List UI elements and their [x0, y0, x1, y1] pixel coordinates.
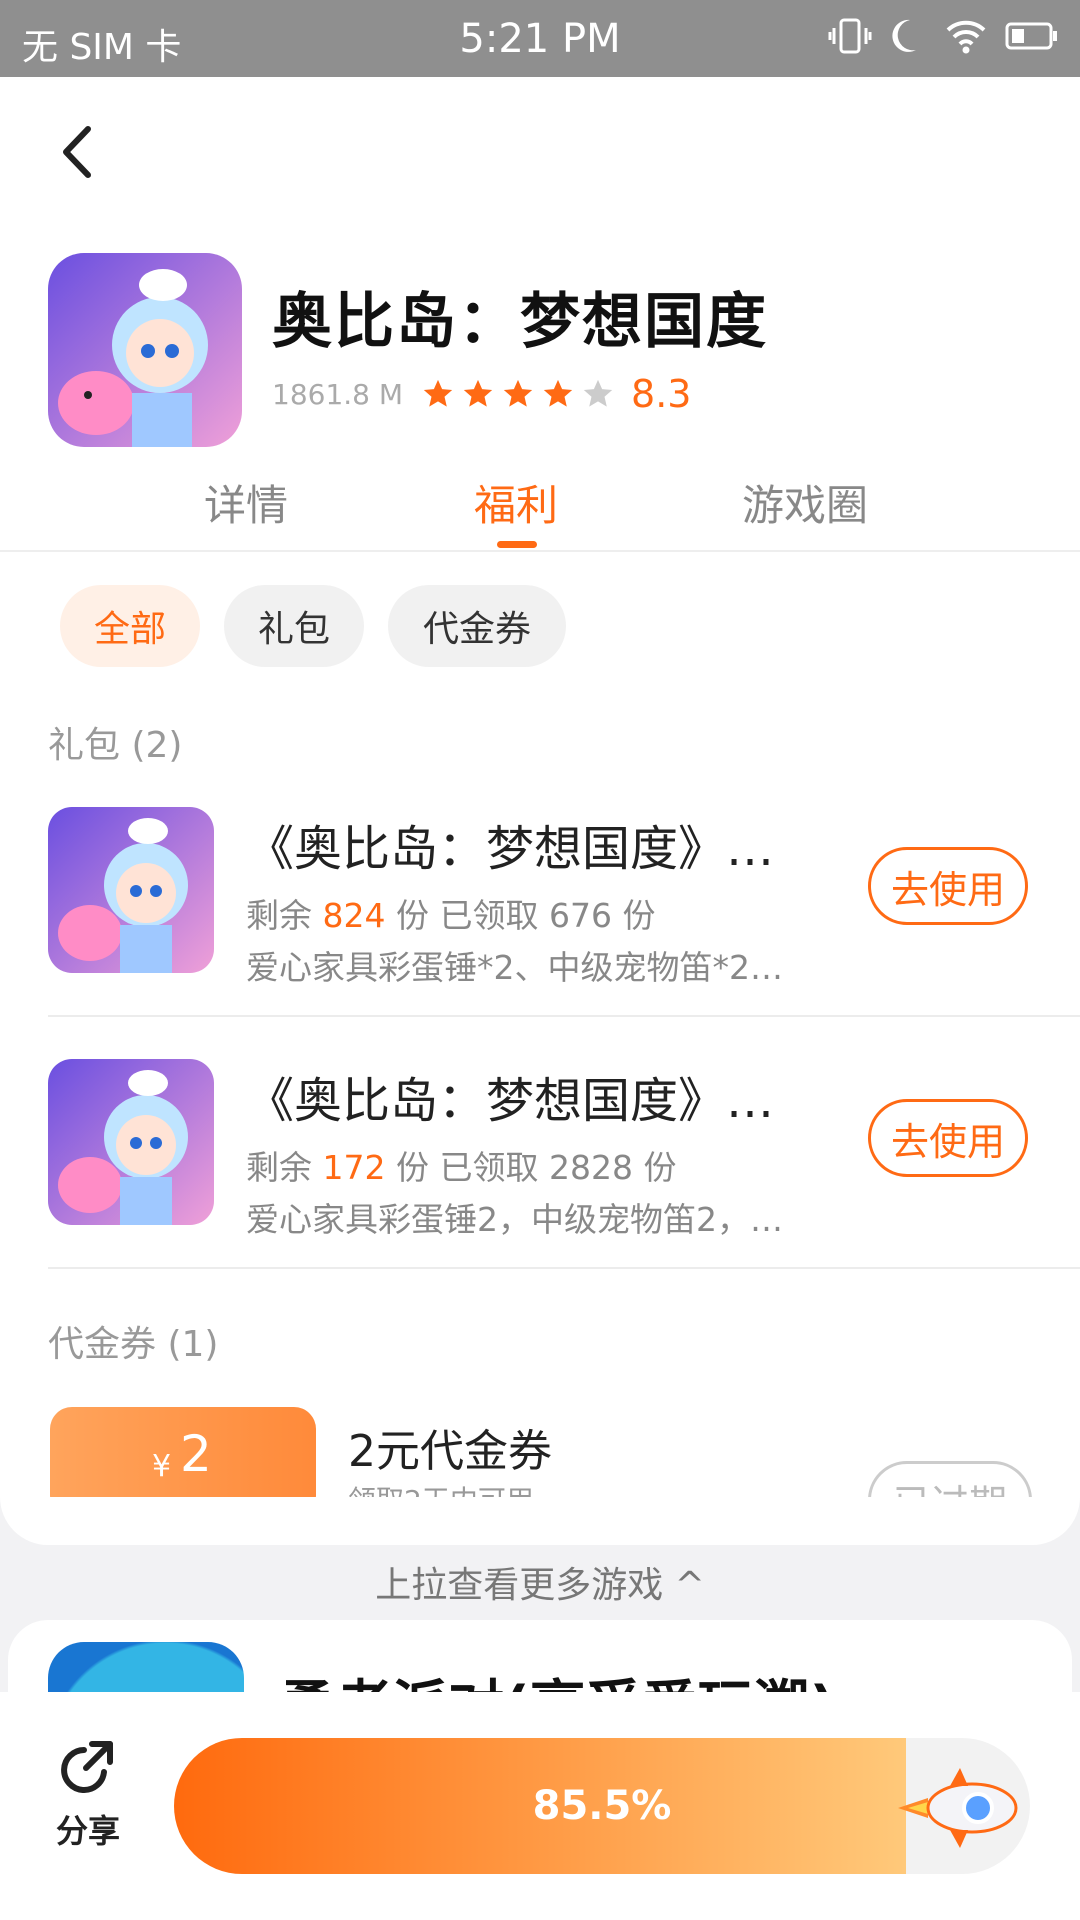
back-arrow-icon[interactable] [50, 117, 106, 187]
use-button[interactable]: 去使用 [868, 847, 1028, 925]
game-size: 1861.8 M [272, 377, 404, 411]
gift-stats: 剩余 824 份 已领取 676 份 [246, 889, 655, 937]
gift-name: 《奥比岛：梦想国度》… [246, 1073, 775, 1129]
game-icon [48, 253, 242, 447]
expired-button[interactable]: 已过期 [868, 1461, 1032, 1497]
rocket-icon [898, 1768, 1018, 1848]
bottom-bar: 分享 85.5% [0, 1692, 1080, 1920]
remain-label: 剩余 [246, 896, 323, 935]
status-icons [828, 14, 1060, 58]
gift-divider [48, 1015, 1080, 1017]
use-button[interactable]: 去使用 [868, 1099, 1028, 1177]
star-filled-icon [503, 379, 533, 407]
status-bar: 无 SIM 卡 5:21 PM [0, 0, 1080, 77]
claimed-text: 份 已领取 2828 份 [385, 1148, 677, 1187]
gift-description: 爱心家具彩蛋锤2，中级宠物笛2，… [246, 1200, 783, 1239]
coupon-item[interactable]: ¥ 2 2元代金券 领取2天内可用 已过期 [0, 1407, 1080, 1497]
wifi-icon [946, 20, 986, 54]
filter-chips: 全部 礼包 代金券 [60, 585, 566, 667]
coupon-amount: 2 [180, 1425, 212, 1483]
download-progress[interactable]: 85.5% [174, 1738, 1030, 1874]
tab-benefits[interactable]: 福利 [474, 472, 558, 533]
gift-stats: 剩余 172 份 已领取 2828 份 [246, 1141, 676, 1189]
claimed-text: 份 已领取 676 份 [385, 896, 656, 935]
remain-label: 剩余 [246, 1148, 323, 1187]
gift-item[interactable]: 《奥比岛：梦想国度》… 剩余 824 份 已领取 676 份 爱心家具彩蛋锤*2… [48, 807, 1032, 1007]
coupon-section-title: 代金券 (1) [48, 1324, 219, 1365]
star-filled-icon [543, 379, 573, 407]
filter-all[interactable]: 全部 [60, 585, 200, 667]
gift-description: 爱心家具彩蛋锤*2、中级宠物笛*2… [246, 948, 783, 987]
game-meta: 1861.8 M 8.3 [272, 372, 691, 416]
vibrate-icon [828, 18, 872, 54]
coupon-name: 2元代金券 [348, 1426, 552, 1477]
coupon-tag: ¥ 2 [50, 1407, 316, 1497]
gift-name: 《奥比岛：梦想国度》… [246, 821, 775, 877]
gift-thumbnail [48, 807, 214, 973]
share-button[interactable]: 分享 [40, 1736, 136, 1852]
moon-icon [892, 19, 916, 52]
active-tab-indicator [497, 541, 537, 548]
pull-up-hint[interactable]: 上拉查看更多游戏 ^ [0, 1556, 1080, 1608]
gift-item[interactable]: 《奥比岛：梦想国度》… 剩余 172 份 已领取 2828 份 爱心家具彩蛋锤2… [48, 1059, 1032, 1259]
filter-coupon[interactable]: 代金券 [388, 585, 566, 667]
gift-thumbnail [48, 1059, 214, 1225]
detail-card: 奥比岛：梦想国度 1861.8 M 8.3 详情 福利 游戏圈 全部 礼包 代金… [0, 77, 1080, 1545]
gift-section-title: 礼包 (2) [48, 725, 183, 766]
tab-divider [0, 550, 1080, 552]
rating-stars [421, 377, 615, 411]
tab-bar: 详情 福利 游戏圈 [0, 472, 1080, 547]
star-empty-icon [583, 379, 613, 407]
share-label: 分享 [55, 1812, 120, 1850]
battery-icon [1005, 22, 1057, 50]
star-filled-icon [463, 379, 493, 407]
game-title: 奥比岛：梦想国度 [272, 287, 768, 357]
tab-game-circle[interactable]: 游戏圈 [742, 472, 868, 533]
star-filled-icon [423, 379, 453, 407]
remain-count: 172 [322, 1148, 386, 1187]
coupon-subtitle: 领取2天内可用 [348, 1479, 534, 1497]
gift-divider [48, 1267, 1080, 1269]
share-icon [61, 1741, 113, 1793]
rating-score: 8.3 [631, 372, 692, 416]
coupon-currency: ¥ [152, 1449, 172, 1484]
filter-gift[interactable]: 礼包 [224, 585, 364, 667]
tab-details[interactable]: 详情 [204, 472, 288, 533]
remain-count: 824 [322, 896, 386, 935]
